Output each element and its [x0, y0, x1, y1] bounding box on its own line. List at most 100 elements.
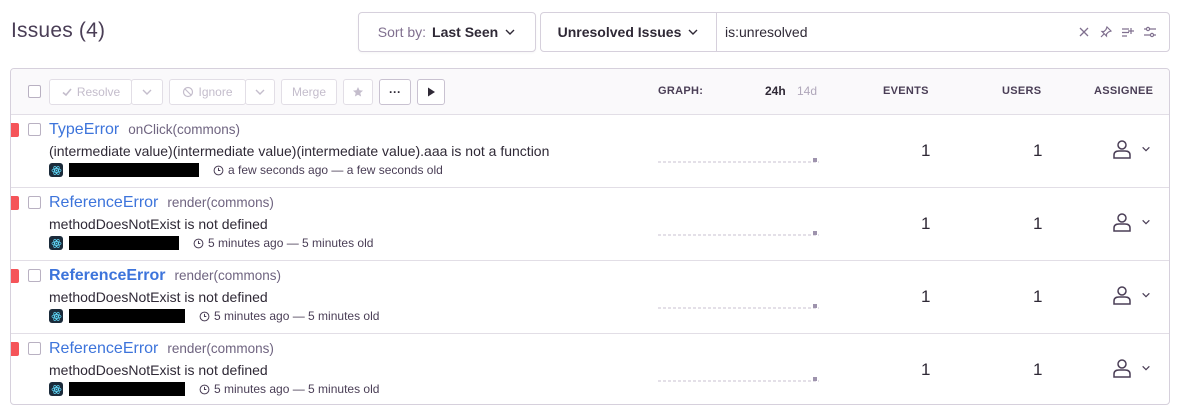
pin-icon[interactable]	[1099, 25, 1113, 39]
level-indicator	[11, 196, 19, 210]
issue-row[interactable]: TypeError onClick(commons) (intermediate…	[11, 115, 1169, 188]
issue-timestamps: 5 minutes ago — 5 minutes old	[214, 382, 380, 396]
event-sparkline	[658, 231, 819, 236]
issue-title-link[interactable]: ReferenceError	[49, 194, 158, 212]
realtime-play-button[interactable]	[417, 79, 445, 105]
assignee-selector[interactable]	[1111, 284, 1151, 306]
period-24h-toggle[interactable]: 24h	[765, 84, 786, 98]
user-count: 1	[1033, 287, 1043, 306]
issue-title-link[interactable]: TypeError	[49, 121, 119, 139]
react-icon	[49, 236, 63, 250]
search-bar: Unresolved Issues is:unresolved	[540, 12, 1170, 52]
issue-culprit: render(commons)	[167, 195, 274, 210]
react-icon	[49, 382, 63, 396]
issue-row[interactable]: ReferenceError render(commons) methodDoe…	[11, 261, 1169, 334]
page-title: Issues (4)	[11, 19, 106, 42]
react-icon	[49, 163, 63, 177]
event-count: 1	[921, 360, 931, 379]
events-header: EVENTS	[883, 85, 929, 97]
level-indicator	[11, 123, 19, 137]
assignee-selector[interactable]	[1111, 357, 1151, 379]
resolve-label: Resolve	[76, 85, 121, 99]
select-all-checkbox[interactable]	[28, 85, 41, 98]
user-count: 1	[1033, 360, 1043, 379]
event-sparkline	[658, 377, 819, 382]
search-input[interactable]: is:unresolved	[717, 24, 1077, 40]
more-actions-button[interactable]: ···	[379, 79, 411, 105]
issue-timestamps: a few seconds ago — a few seconds old	[228, 163, 443, 177]
sparkline-bar	[813, 304, 817, 308]
chevron-down-icon	[505, 29, 515, 35]
chevron-down-icon	[142, 89, 152, 95]
issue-row[interactable]: ReferenceError render(commons) methodDoe…	[11, 334, 1169, 404]
issue-message: methodDoesNotExist is not defined	[49, 216, 268, 232]
play-icon	[428, 87, 435, 97]
user-icon	[1113, 359, 1131, 378]
issue-row[interactable]: ReferenceError render(commons) methodDoe…	[11, 188, 1169, 261]
chevron-down-icon	[1142, 219, 1150, 225]
star-icon	[353, 87, 363, 97]
issue-message: methodDoesNotExist is not defined	[49, 362, 268, 378]
issue-culprit: onClick(commons)	[128, 122, 241, 137]
issue-checkbox[interactable]	[28, 342, 41, 355]
graph-header: GRAPH:	[658, 85, 704, 97]
issue-list: TypeError onClick(commons) (intermediate…	[11, 115, 1169, 404]
redacted-project-name	[69, 309, 185, 323]
filter-settings-icon[interactable]	[1143, 25, 1157, 39]
more-actions-label: ···	[389, 85, 401, 99]
save-search-icon[interactable]	[1121, 25, 1135, 39]
level-indicator	[11, 342, 19, 356]
issue-checkbox[interactable]	[28, 269, 41, 282]
issue-timestamps: 5 minutes ago — 5 minutes old	[214, 309, 380, 323]
ignore-button[interactable]: Ignore	[169, 79, 246, 105]
chevron-down-icon	[1142, 292, 1150, 298]
assignee-selector[interactable]	[1111, 138, 1151, 160]
sort-value: Last Seen	[432, 24, 499, 40]
issue-culprit: render(commons)	[174, 268, 282, 283]
saved-search-label: Unresolved Issues	[557, 24, 682, 40]
user-count: 1	[1033, 214, 1043, 233]
issue-culprit: render(commons)	[167, 341, 274, 356]
issue-title-link[interactable]: ReferenceError	[49, 340, 158, 358]
user-icon	[1113, 286, 1131, 305]
issue-list-toolbar: Resolve Ignore Merge ··· GRAPH: 24h 14d …	[11, 69, 1169, 115]
issue-timestamps: 5 minutes ago — 5 minutes old	[208, 236, 374, 250]
saved-search-dropdown[interactable]: Unresolved Issues	[541, 13, 717, 51]
issue-title-link[interactable]: ReferenceError	[49, 267, 166, 285]
clock-icon	[193, 238, 204, 248]
redacted-project-name	[69, 236, 179, 250]
redacted-project-name	[69, 163, 199, 177]
sparkline-bar	[813, 158, 817, 162]
issue-message: methodDoesNotExist is not defined	[49, 289, 268, 305]
ignore-label: Ignore	[198, 85, 233, 99]
event-count: 1	[921, 141, 931, 160]
merge-label: Merge	[291, 85, 326, 99]
chevron-down-icon	[1142, 146, 1150, 152]
resolve-button[interactable]: Resolve	[49, 79, 132, 105]
period-14d-toggle[interactable]: 14d	[797, 84, 817, 98]
issue-checkbox[interactable]	[28, 123, 41, 136]
assignee-selector[interactable]	[1111, 211, 1151, 233]
ignore-options-button[interactable]	[245, 79, 275, 105]
clock-icon	[199, 384, 210, 394]
clock-icon	[213, 165, 224, 175]
resolve-options-button[interactable]	[131, 79, 163, 105]
issue-list-panel: Resolve Ignore Merge ··· GRAPH: 24h 14d …	[10, 68, 1170, 405]
event-sparkline	[658, 158, 819, 163]
redacted-project-name	[69, 382, 185, 396]
react-icon	[49, 309, 63, 323]
bookmark-button[interactable]	[343, 79, 373, 105]
user-icon	[1113, 213, 1131, 232]
merge-button[interactable]: Merge	[281, 79, 337, 105]
event-count: 1	[921, 214, 931, 233]
users-header: USERS	[1002, 85, 1042, 97]
sort-dropdown[interactable]: Sort by: Last Seen	[358, 12, 536, 52]
sparkline-bar	[813, 377, 817, 381]
event-count: 1	[921, 287, 931, 306]
event-sparkline	[658, 304, 819, 309]
clear-icon[interactable]	[1077, 25, 1091, 39]
issue-message: (intermediate value)(intermediate value)…	[49, 143, 550, 159]
issue-checkbox[interactable]	[28, 196, 41, 209]
chevron-down-icon	[255, 89, 265, 95]
ignore-icon	[183, 86, 194, 98]
